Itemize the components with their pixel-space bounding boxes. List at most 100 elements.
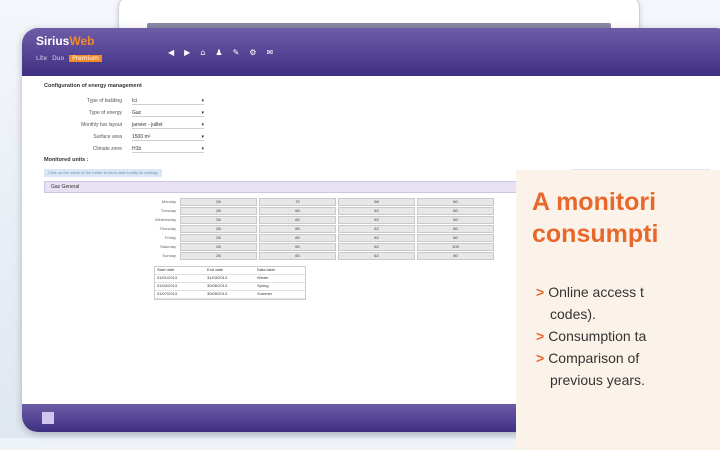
grid-cell[interactable]: 70 <box>259 197 336 206</box>
grid-day: Thursday <box>159 226 176 231</box>
field-value[interactable]: 1500 m² ▾ <box>132 134 204 141</box>
dropdown-icon: ▾ <box>201 109 204 116</box>
table-cell: 01/04/2013 <box>157 283 178 288</box>
bullet-text: Comparison of <box>548 350 640 366</box>
footer-icon[interactable] <box>42 412 54 424</box>
mode-duo[interactable]: Duo <box>52 55 64 62</box>
grid-cell[interactable]: 62 <box>338 233 415 242</box>
grid-cell[interactable]: 26 <box>180 233 257 242</box>
field-row: Type of building Ici ▾ <box>44 95 710 107</box>
grid-cell[interactable]: 60 <box>259 233 336 242</box>
promo-title-line1: A monitori <box>532 188 657 216</box>
grid-day: Saturday <box>159 244 176 249</box>
settings-icon[interactable]: ⚙ <box>249 48 256 57</box>
grid-cell[interactable]: 60 <box>417 215 494 224</box>
grid-row: Friday 26 60 62 60 <box>140 233 496 242</box>
promo-panel: A monitori consumpti > Online access t code… <box>516 170 720 450</box>
field-value[interactable]: janvier - juillet ▾ <box>132 122 204 129</box>
bullet-text: codes). <box>550 306 596 322</box>
field-row: Surface area 1500 m² ▾ <box>44 131 710 143</box>
grid-cell[interactable]: 60 <box>417 233 494 242</box>
mode-lite[interactable]: Lite <box>36 55 47 62</box>
field-label: Type of building <box>86 98 122 104</box>
grid-cell[interactable]: 60 <box>417 251 494 260</box>
table-cell: Spring <box>257 283 269 288</box>
promo-bullet: > Comparison of <box>536 349 720 367</box>
grid-cell[interactable]: 26 <box>180 197 257 206</box>
field-label: Climate zone <box>92 146 122 152</box>
grid-cell[interactable]: 60 <box>417 206 494 215</box>
grid-cell[interactable]: 100 <box>417 242 494 251</box>
table-cell: Summer <box>257 291 273 296</box>
field-label: Monthly bar layout <box>81 122 122 128</box>
home-icon[interactable]: ⌂ <box>200 48 205 57</box>
app-header: SiriusWeb Lite Duo Premium ◀ ▶ ⌂ ♟ ✎ ⚙ ✉ <box>22 28 720 76</box>
bullet-marker: > <box>536 350 545 366</box>
grid-cell[interactable]: 62 <box>338 242 415 251</box>
monitored-units-title: Monitored units : <box>44 157 89 163</box>
grid-cell[interactable]: 60 <box>259 242 336 251</box>
table-cell: 30/09/2013 <box>207 291 228 296</box>
promo-title-line2: consumpti <box>532 220 659 248</box>
grid-cell[interactable]: 60 <box>259 215 336 224</box>
mode-premium[interactable]: Premium <box>69 55 102 62</box>
bullet-text: previous years. <box>550 372 645 388</box>
grid-cell[interactable]: 58 <box>338 197 415 206</box>
grid-cell[interactable]: 60 <box>259 251 336 260</box>
field-row: Type of energy Gaz ▾ <box>44 107 710 119</box>
table-cell: 31/03/2013 <box>207 275 228 280</box>
logo-accent: Web <box>69 34 95 48</box>
dropdown-icon: ▾ <box>201 97 204 104</box>
user-icon[interactable]: ♟ <box>215 48 222 57</box>
dropdown-icon: ▾ <box>201 145 204 152</box>
field-value[interactable]: H1b ▾ <box>132 146 204 153</box>
bullet-text: Consumption ta <box>548 328 647 344</box>
grid-cell[interactable]: 26 <box>180 242 257 251</box>
field-value-text: H1b <box>132 145 142 152</box>
bullet-text: Online access t <box>548 284 644 300</box>
grid-cell[interactable]: 26 <box>180 251 257 260</box>
dropdown-icon: ▾ <box>201 133 204 140</box>
field-row: Monthly bar layout janvier - juillet ▾ <box>44 119 710 131</box>
field-value-text: Gaz <box>132 109 142 116</box>
grid-cell[interactable]: 60 <box>417 197 494 206</box>
grid-row: Saturday 26 60 62 100 <box>140 242 496 251</box>
back-icon[interactable]: ◀ <box>168 48 174 57</box>
grid-day: Sunday <box>162 253 176 258</box>
promo-bullet: > Online access t <box>536 283 720 301</box>
column-header: Start date <box>157 267 175 272</box>
grid-cell[interactable]: 60 <box>417 224 494 233</box>
promo-bullet: codes). <box>536 305 720 323</box>
field-value-text: Ici <box>132 97 137 104</box>
table-cell: 01/07/2013 <box>157 291 178 296</box>
grid-cell[interactable]: 26 <box>180 224 257 233</box>
grid-cell[interactable]: 62 <box>338 206 415 215</box>
grid-row: Sunday 26 60 62 60 <box>140 251 496 260</box>
threshold-grid: Monday 26 70 58 60 Tuesday 26 60 62 60 Wednesday 26… <box>140 197 496 260</box>
promo-bullets: > Online access t codes). > Consumption ta > C… <box>536 283 720 393</box>
grid-cell[interactable]: 60 <box>259 206 336 215</box>
edit-icon[interactable]: ✎ <box>233 48 240 57</box>
grid-cell[interactable]: 62 <box>338 251 415 260</box>
field-value[interactable]: Gaz ▾ <box>132 110 204 117</box>
promo-bullet: > Consumption ta <box>536 327 720 345</box>
field-value-text: 1500 m² <box>132 133 151 140</box>
field-value[interactable]: Ici ▾ <box>132 98 204 105</box>
section-title: Configuration of energy management <box>44 83 142 89</box>
grid-row: Wednesday 26 60 62 60 <box>140 215 496 224</box>
grid-cell[interactable]: 26 <box>180 215 257 224</box>
grid-cell[interactable]: 60 <box>259 224 336 233</box>
grid-cell[interactable]: 26 <box>180 206 257 215</box>
table-cell: Winter <box>257 275 269 280</box>
grid-day: Monday <box>161 199 176 204</box>
grid-cell[interactable]: 62 <box>338 215 415 224</box>
mail-icon[interactable]: ✉ <box>266 48 273 57</box>
logo-main: Sirius <box>36 34 70 48</box>
grid-row: Monday 26 70 58 60 <box>140 197 496 206</box>
grid-cell[interactable]: 62 <box>338 224 415 233</box>
dropdown-icon: ▾ <box>201 121 204 128</box>
forward-icon[interactable]: ▶ <box>184 48 190 57</box>
grid-day: Friday <box>164 235 176 240</box>
table-row: 01/01/2013 31/03/2013 Winter <box>155 275 305 283</box>
table-row: 01/07/2013 30/09/2013 Summer <box>155 291 305 299</box>
